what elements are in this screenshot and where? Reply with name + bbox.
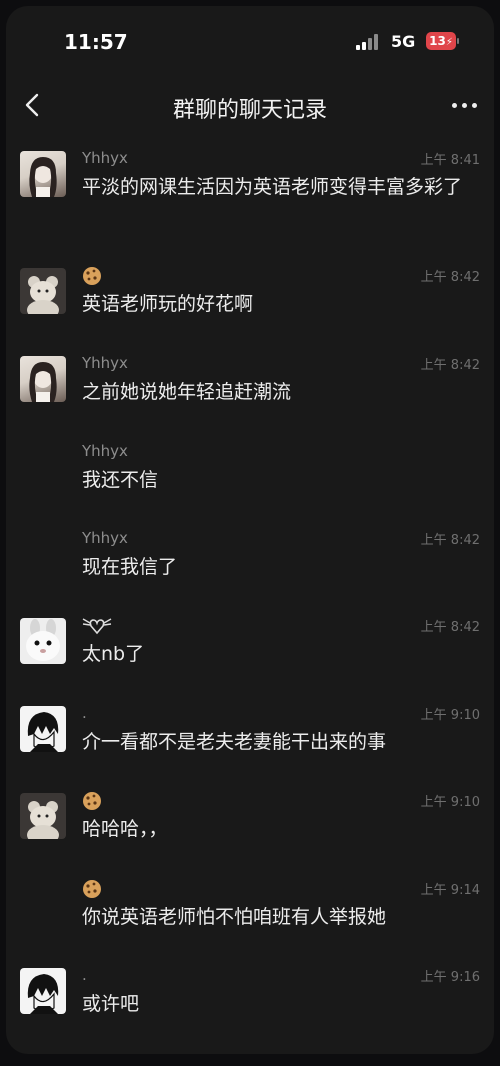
nav-bar: 群聊的聊天记录 (6, 80, 494, 132)
avatar[interactable] (20, 268, 66, 314)
message-time: 上午 9:10 (420, 708, 480, 723)
sender-name: Yhhyx (82, 442, 128, 460)
message-text: 你说英语老师怕不怕咱班有人举报她 (82, 906, 387, 928)
message-time: 上午 8:42 (420, 620, 480, 635)
sender-name: . (82, 704, 87, 722)
message-text: 太nb了 (82, 643, 145, 665)
cookie-icon (82, 791, 102, 811)
cellular-signal-icon (356, 34, 382, 50)
sender-name: Yhhyx (82, 354, 128, 372)
network-type: 5G (391, 32, 416, 51)
message-text: 介一看都不是老夫老妻能干出来的事 (82, 731, 387, 753)
avatar[interactable] (20, 618, 66, 664)
more-button[interactable] (448, 92, 482, 118)
charging-bolt-icon: ⚡ (445, 37, 453, 48)
avatar[interactable] (20, 706, 66, 752)
battery-cap (457, 38, 459, 44)
status-bar: 11:57 5G 13⚡ (6, 6, 494, 76)
message-time: 上午 9:14 (420, 883, 480, 898)
avatar[interactable] (20, 151, 66, 197)
message-time: 上午 9:16 (420, 970, 480, 985)
chat-history-screen: 11:57 5G 13⚡ 群聊的聊天记录 Yhhyx 上午 8:41 平淡的网课… (6, 6, 494, 1054)
message-text: 英语老师玩的好花啊 (82, 293, 254, 315)
battery-level: 13 (429, 34, 446, 48)
message-text: 平淡的网课生活因为英语老师变得丰富多彩了 (82, 176, 463, 198)
message-time: 上午 8:42 (420, 533, 480, 548)
message-time: 上午 8:42 (420, 270, 480, 285)
sender-name: Yhhyx (82, 529, 128, 547)
sender-name: . (82, 966, 87, 984)
sender-name: Yhhyx (82, 149, 128, 167)
message-text: 哈哈哈，， (82, 818, 168, 840)
message-text: 之前她说她年轻追赶潮流 (82, 381, 292, 403)
page-title: 群聊的聊天记录 (172, 98, 327, 123)
cookie-icon (82, 266, 102, 286)
message-time: 上午 8:41 (420, 153, 480, 168)
avatar[interactable] (20, 968, 66, 1014)
status-time: 11:57 (64, 30, 128, 54)
message-text: 现在我信了 (82, 556, 178, 578)
more-dots-icon (452, 103, 457, 108)
battery-icon: 13⚡ (426, 32, 456, 50)
message-text: 或许吧 (82, 993, 140, 1015)
avatar[interactable] (20, 356, 66, 402)
message-time: 上午 8:42 (420, 358, 480, 373)
message-time: 上午 9:10 (420, 795, 480, 810)
avatar[interactable] (20, 793, 66, 839)
message-text: 我还不信 (82, 469, 159, 491)
cookie-icon (82, 879, 102, 899)
heart-wings-icon (82, 616, 112, 636)
